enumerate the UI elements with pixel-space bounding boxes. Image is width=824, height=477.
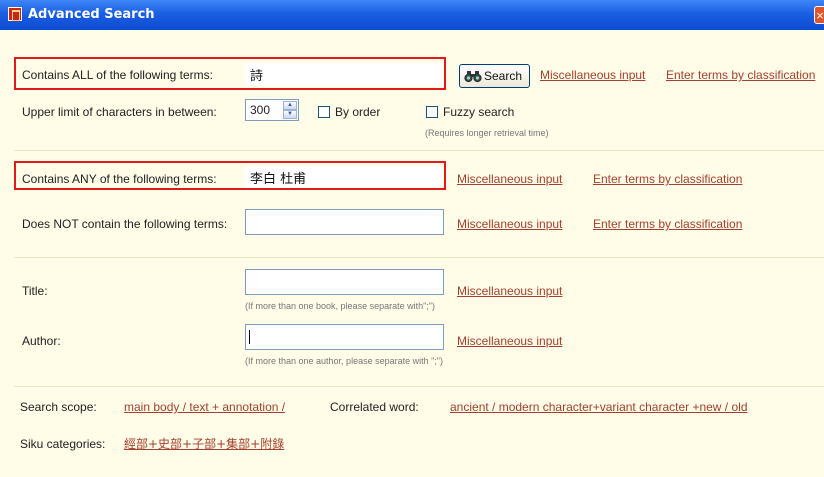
- close-button[interactable]: ×: [814, 6, 824, 24]
- advanced-search-window: Advanced Search × Contains ALL of the fo…: [0, 0, 824, 477]
- limit-value: 300: [250, 103, 271, 117]
- search-form: Contains ALL of the following terms: 詩 S…: [0, 30, 824, 477]
- divider-1: [14, 150, 824, 151]
- siku-label: Siku categories:: [20, 437, 106, 451]
- fuzzy-search-checkbox[interactable]: [426, 106, 438, 118]
- author-note: (If more than one author, please separat…: [245, 356, 443, 366]
- title-bar[interactable]: Advanced Search ×: [0, 0, 824, 30]
- spinner-up-icon[interactable]: ▲: [283, 101, 297, 110]
- any-terms-input[interactable]: 李白 杜甫: [245, 166, 442, 188]
- any-terms-label: Contains ANY of the following terms:: [22, 172, 217, 186]
- all-terms-label: Contains ALL of the following terms:: [22, 68, 213, 82]
- all-terms-input[interactable]: 詩: [245, 63, 442, 85]
- app-icon: [8, 7, 22, 21]
- not-terms-input[interactable]: [245, 209, 444, 235]
- all-terms-classify-link[interactable]: Enter terms by classification: [666, 68, 815, 82]
- limit-label: Upper limit of characters in between:: [22, 105, 217, 119]
- correlated-word-label: Correlated word:: [330, 400, 419, 414]
- search-button[interactable]: Search: [459, 64, 530, 88]
- any-terms-misc-link[interactable]: Miscellaneous input: [457, 172, 562, 186]
- scope-label: Search scope:: [20, 400, 97, 414]
- author-label: Author:: [22, 334, 61, 348]
- by-order-label: By order: [335, 105, 381, 119]
- correlated-word-link[interactable]: ancient / modern character+variant chara…: [450, 400, 748, 414]
- author-input[interactable]: [245, 324, 444, 350]
- search-button-label: Search: [484, 69, 523, 83]
- not-terms-misc-link[interactable]: Miscellaneous input: [457, 217, 562, 231]
- author-misc-link[interactable]: Miscellaneous input: [457, 334, 562, 348]
- title-input[interactable]: [245, 269, 444, 295]
- limit-spinner[interactable]: 300 ▲ ▼: [245, 99, 299, 121]
- fuzzy-search-note: (Requires longer retrieval time): [425, 128, 549, 138]
- spinner-buttons: ▲ ▼: [283, 101, 297, 119]
- spinner-down-icon[interactable]: ▼: [283, 110, 297, 119]
- binoculars-icon: [464, 71, 482, 83]
- siku-categories-link[interactable]: 經部+史部+子部+集部+附錄: [124, 435, 284, 452]
- divider-3: [14, 386, 824, 387]
- divider-2: [14, 257, 824, 258]
- not-terms-classify-link[interactable]: Enter terms by classification: [593, 217, 742, 231]
- title-note: (If more than one book, please separate …: [245, 301, 435, 311]
- all-terms-misc-link[interactable]: Miscellaneous input: [540, 68, 645, 82]
- text-cursor: [249, 330, 250, 344]
- any-terms-classify-link[interactable]: Enter terms by classification: [593, 172, 742, 186]
- window-title: Advanced Search: [28, 7, 155, 22]
- not-terms-label: Does NOT contain the following terms:: [22, 217, 228, 231]
- fuzzy-search-label: Fuzzy search: [443, 105, 515, 119]
- scope-link[interactable]: main body / text + annotation /: [124, 400, 285, 414]
- title-label: Title:: [22, 284, 48, 298]
- by-order-checkbox[interactable]: [318, 106, 330, 118]
- title-misc-link[interactable]: Miscellaneous input: [457, 284, 562, 298]
